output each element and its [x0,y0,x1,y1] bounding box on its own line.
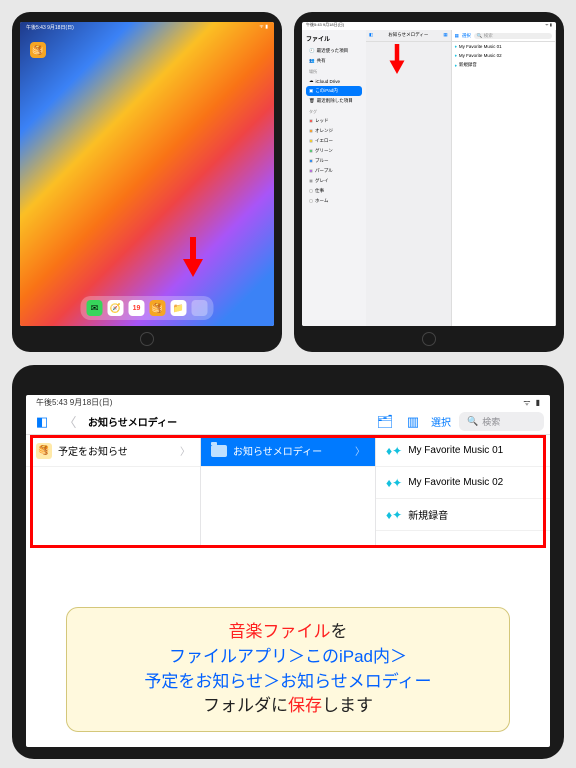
breadcrumb-title: お知らせメロディー [88,414,177,429]
tag-item[interactable]: パープル [306,166,362,176]
search-input[interactable]: 🔍 検索 [459,412,544,431]
callout-line-3: 予定をお知らせ＞お知らせメロディー [75,670,501,695]
red-arrow-down-icon [389,44,405,74]
sidebar-shared[interactable]: 👥共有 [306,56,362,66]
ipad-large-frame: 午後5:43 9月18日(日) ᯤ▮ ◧ 〈 お知らせメロディー 🗂 ▥ 選択 … [12,365,564,759]
home-apps-row: 🥞 [30,42,46,58]
toolbar: ◧ 〈 お知らせメロディー 🗂 ▥ 選択 🔍 検索 [26,409,550,435]
dock-extra[interactable] [192,300,208,316]
tag-item[interactable]: グレイ [306,176,362,186]
tag-item[interactable]: イエロー [306,136,362,146]
files-columns: ◧お知らせメロディー▦ ▦選択🔍 検索 ♦My Favorite Music 0… [366,30,556,326]
ipad-files-screen: 午後5:43 9月18日(日)ᯤ ▮ ファイル 🕘最近使った項目 👥共有 場所 … [302,22,556,326]
column-files: ▦選択🔍 検索 ♦My Favorite Music 01♦My Favorit… [452,30,556,326]
tag-item[interactable]: グリーン [306,146,362,156]
status-icons: ᯤ ▮ [259,24,268,31]
select-button[interactable]: 選択 [431,414,451,429]
footer-count: 1項目 [452,318,556,324]
tag-item[interactable]: レッド [306,116,362,126]
file-item[interactable]: ♦新規録音 [452,60,555,70]
status-bar: 午後5:43 9月18日(日) ᯤ▮ [26,395,550,409]
status-time: 午後5:43 9月18日(日) [36,397,112,408]
sidebar-on-ipad[interactable]: ▣このiPad内 [306,86,362,96]
view-mode-icon[interactable]: ▥ [403,414,423,430]
wifi-icon: ᯤ [523,397,530,408]
status-bar: 午後5:43 9月18日(日) ᯤ ▮ [20,24,274,31]
ipad-large-screen: 午後5:43 9月18日(日) ᯤ▮ ◧ 〈 お知らせメロディー 🗂 ▥ 選択 … [26,395,550,747]
sidebar-icloud[interactable]: ☁︎iCloud Drive [306,76,362,86]
search-icon: 🔍 [467,416,478,427]
ipad-homescreen-frame: 午後5:43 9月18日(日) ᯤ ▮ 🥞 ✉︎ 🧭 19 🥞 📁 [12,12,282,352]
callout-line-2: ファイルアプリ＞このiPad内＞ [75,645,501,670]
files-app-small: 午後5:43 9月18日(日)ᯤ ▮ ファイル 🕘最近使った項目 👥共有 場所 … [302,22,556,326]
column-folders: ◧お知らせメロディー▦ [366,30,452,326]
tags-header: タグ [306,109,362,115]
tag-item[interactable]: オレンジ [306,126,362,136]
status-time: 午後5:43 9月18日(日) [26,24,74,31]
dock-messages[interactable]: ✉︎ [87,300,103,316]
tag-item[interactable]: ホーム [306,196,362,206]
red-arrow-down-icon [182,237,204,277]
dock-calendar[interactable]: 19 [129,300,145,316]
dock-safari[interactable]: 🧭 [108,300,124,316]
back-icon[interactable]: 〈 [60,412,80,431]
sidebar-recent[interactable]: 🕘最近使った項目 [306,46,362,56]
file-item[interactable]: ♦My Favorite Music 01 [452,42,555,51]
search-placeholder: 検索 [482,415,500,428]
new-folder-icon[interactable]: 🗂 [375,414,395,430]
dock-pancake[interactable]: 🥞 [150,300,166,316]
home-button-icon[interactable] [140,332,154,346]
dock: ✉︎ 🧭 19 🥞 📁 [81,296,214,320]
status-bar: 午後5:43 9月18日(日)ᯤ ▮ [302,22,556,30]
tag-item[interactable]: ブルー [306,156,362,166]
ipad-homescreen: 午後5:43 9月18日(日) ᯤ ▮ 🥞 ✉︎ 🧭 19 🥞 📁 [20,22,274,326]
home-button-icon[interactable] [422,332,436,346]
battery-icon: ▮ [536,398,540,407]
app-pancake[interactable]: 🥞 [30,42,46,58]
instruction-callout: 音楽ファイルを ファイルアプリ＞このiPad内＞ 予定をお知らせ＞お知らせメロデ… [66,607,510,732]
file-item[interactable]: ♦My Favorite Music 02 [452,51,555,60]
callout-line-4: フォルダに保存します [75,694,501,719]
locations-header: 場所 [306,69,362,75]
files-sidebar: ファイル 🕘最近使った項目 👥共有 場所 ☁︎iCloud Drive ▣このi… [302,30,366,326]
sidebar-deleted[interactable]: 🗑最近削除した項目 [306,96,362,106]
tag-item[interactable]: 仕事 [306,186,362,196]
callout-line-1: 音楽ファイルを [75,620,501,645]
homescreen-wallpaper: 午後5:43 9月18日(日) ᯤ ▮ 🥞 ✉︎ 🧭 19 🥞 📁 [20,22,274,326]
sidebar-toggle-icon[interactable]: ◧ [32,414,52,430]
dock-files[interactable]: 📁 [171,300,187,316]
ipad-files-frame: 午後5:43 9月18日(日)ᯤ ▮ ファイル 🕘最近使った項目 👥共有 場所 … [294,12,564,352]
status-right: ᯤ▮ [523,397,540,408]
sidebar-title: ファイル [306,34,362,43]
highlight-box [30,435,546,548]
